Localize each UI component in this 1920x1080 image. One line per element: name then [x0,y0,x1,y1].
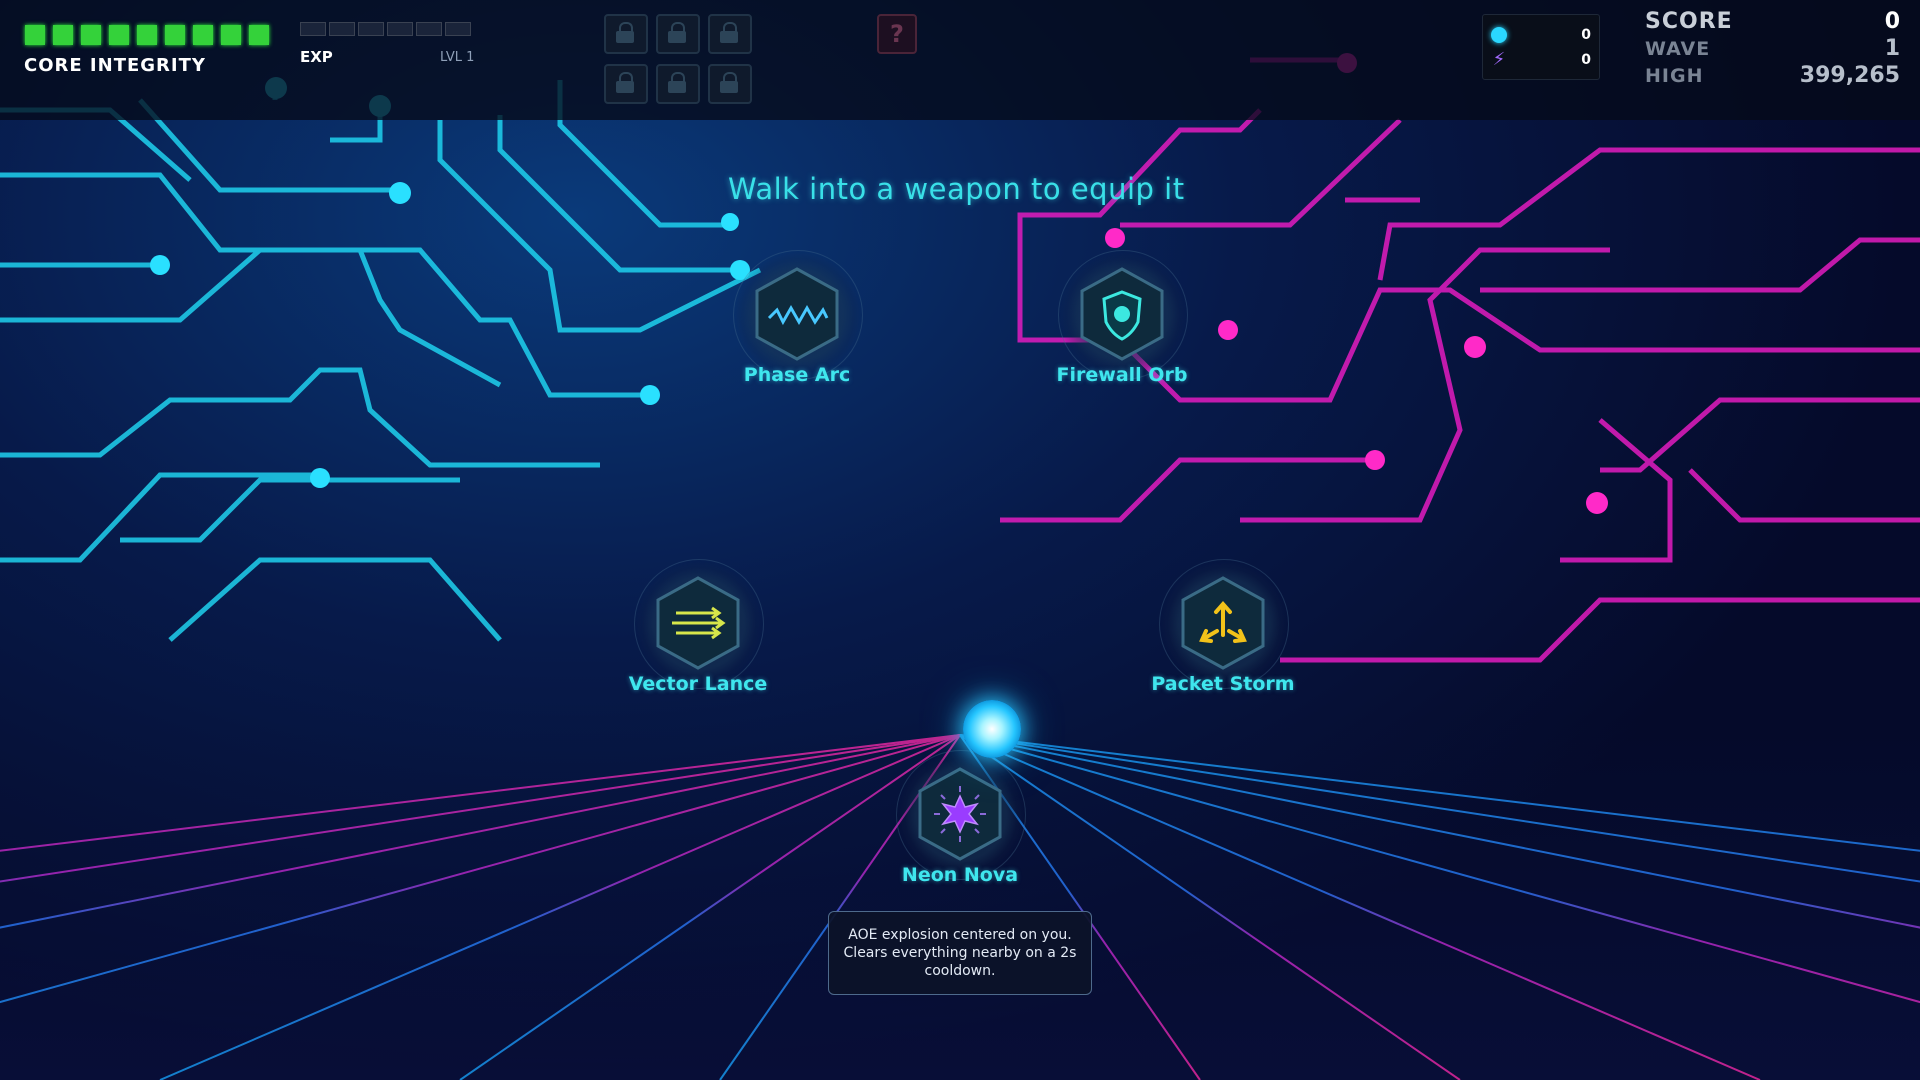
high-label: HIGH [1645,64,1704,87]
exp-bar [300,22,471,36]
lock-icon [708,14,752,54]
core-integrity-bar [25,25,269,45]
health-segment [25,25,45,45]
health-segment [81,25,101,45]
health-segment [109,25,129,45]
lightning-bolt-icon: ⚡ [1492,49,1506,70]
bolt-count: 0 [1581,52,1591,68]
orb-resource: 0 [1491,24,1591,46]
orb-count: 0 [1581,27,1591,43]
player-orb [963,700,1021,758]
lock-icon [656,14,700,54]
score-label: SCORE [1645,9,1733,34]
level-label: LVL 1 [440,50,475,65]
core-integrity-label: CORE INTEGRITY [24,55,206,76]
weapon-slots [604,14,752,104]
health-segment [53,25,73,45]
instruction-text: Walk into a weapon to equip it [728,172,1185,206]
cyan-circuit-traces [0,80,762,642]
lock-icon [708,64,752,104]
score-panel: SCORE 0 WAVE 1 HIGH 399,265 [1600,8,1900,89]
high-value: 399,265 [1799,63,1900,88]
health-segment [249,25,269,45]
score-row: SCORE 0 [1600,8,1900,35]
shield-orb-icon [1080,267,1164,361]
spread-arrows-icon [1181,576,1265,670]
health-segment [221,25,241,45]
weapon-name: Vector Lance [628,673,768,695]
top-hud: CORE INTEGRITY EXP LVL 1 ? 0 ⚡ 0 SCORE 0… [0,0,1920,120]
wave-value: 1 [1884,36,1900,61]
wave-row: WAVE 1 [1600,35,1900,62]
health-segment [165,25,185,45]
weapon-name: Packet Storm [1151,673,1295,695]
lock-icon [604,14,648,54]
bolt-resource: ⚡ 0 [1491,49,1591,71]
high-row: HIGH 399,265 [1600,62,1900,89]
weapon-name: Phase Arc [743,364,851,386]
resource-panel: 0 ⚡ 0 [1482,14,1600,80]
lock-icon [656,64,700,104]
burst-star-icon [918,767,1002,861]
weapon-tooltip: AOE explosion centered on you. Clears ev… [828,911,1092,995]
health-segment [137,25,157,45]
triple-arrow-icon [656,576,740,670]
lock-icon [604,64,648,104]
magenta-circuit-nodes [1105,53,1608,514]
health-segment [193,25,213,45]
zigzag-wave-icon [755,267,839,361]
weapon-name: Firewall Orb [1056,364,1188,386]
score-value: 0 [1884,9,1900,34]
exp-label: EXP [300,48,333,66]
weapon-name: Neon Nova [901,864,1019,886]
wave-label: WAVE [1645,37,1711,60]
mystery-slot-icon: ? [877,14,917,54]
cyan-orb-icon [1491,27,1507,43]
